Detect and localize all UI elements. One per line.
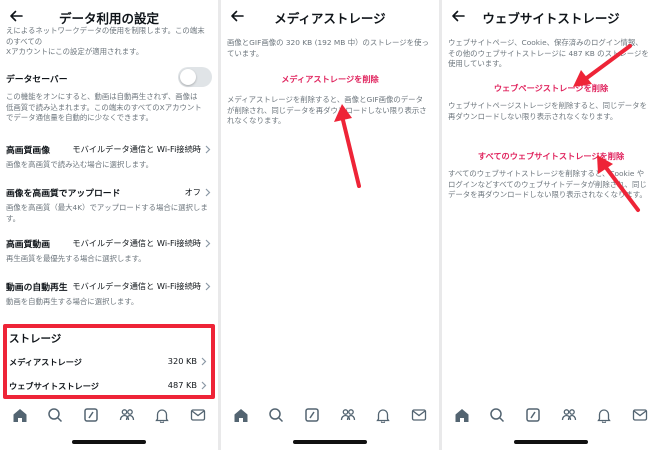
- bottom-nav: [0, 400, 218, 430]
- storage-highlight-box: [3, 324, 215, 399]
- setting-label-hq-images[interactable]: 高画質画像: [6, 143, 50, 156]
- setting-value-hq-upload: オフ: [184, 187, 201, 197]
- communities-icon[interactable]: [119, 407, 135, 423]
- home-icon[interactable]: [233, 407, 249, 423]
- bottom-nav: [221, 400, 439, 430]
- website-storage-panel: ウェブサイトストレージ ウェブサイトページ、Cookie、保存済みのログイン情報…: [442, 0, 660, 450]
- data-saver-label: データセーバー: [6, 75, 68, 85]
- chevron-right-icon[interactable]: [205, 239, 211, 248]
- compose-icon[interactable]: [525, 407, 541, 423]
- top-text: えによるネットワークデータの使用を制限します。この端末のすべての Xアカウントに…: [6, 26, 205, 56]
- setting-label-hq-upload[interactable]: 画像を高画質でアップロード: [6, 186, 120, 199]
- annotation-arrow: [573, 44, 640, 212]
- home-indicator: [293, 440, 367, 444]
- home-icon[interactable]: [12, 407, 28, 423]
- setting-label-autoplay[interactable]: 動画の自動再生: [6, 280, 68, 293]
- chevron-right-icon[interactable]: [205, 188, 211, 197]
- search-icon[interactable]: [47, 407, 63, 423]
- setting-desc-hq-images: 画像を高画質で読み込む場合に選択します。: [6, 160, 154, 169]
- setting-label-hq-video[interactable]: 高画質動画: [6, 237, 50, 250]
- data-usage-panel: データ利用の設定 えによるネットワークデータの使用を制限します。この端末のすべて…: [0, 0, 218, 450]
- data-saver-toggle[interactable]: [178, 67, 212, 87]
- home-indicator: [72, 440, 146, 444]
- media-storage-panel: メディアストレージ 画像とGIF画像の 320 KB (192 MB 中）のスト…: [221, 0, 439, 450]
- notifications-icon[interactable]: [154, 407, 170, 423]
- messages-icon[interactable]: [632, 407, 648, 423]
- messages-icon[interactable]: [190, 407, 206, 423]
- search-icon[interactable]: [489, 407, 505, 423]
- setting-value-autoplay: モバイルデータ通信と Wi-Fi接続時: [72, 281, 201, 291]
- setting-desc-hq-video: 再生画質を最優先する場合に選択します。: [6, 254, 146, 263]
- compose-icon[interactable]: [304, 407, 320, 423]
- messages-icon[interactable]: [411, 407, 427, 423]
- home-icon[interactable]: [454, 407, 470, 423]
- toggle-knob: [180, 69, 196, 85]
- setting-value-hq-video: モバイルデータ通信と Wi-Fi接続時: [72, 238, 201, 248]
- chevron-right-icon[interactable]: [205, 145, 211, 154]
- communities-icon[interactable]: [561, 407, 577, 423]
- home-indicator: [514, 440, 588, 444]
- notifications-icon[interactable]: [375, 407, 391, 423]
- search-icon[interactable]: [268, 407, 284, 423]
- communities-icon[interactable]: [340, 407, 356, 423]
- setting-value-hq-images: モバイルデータ通信と Wi-Fi接続時: [72, 144, 201, 154]
- data-saver-desc: この機能をオンにすると、動画は自動再生されず、画像は低画質で読み込まれます。この…: [6, 92, 202, 122]
- setting-desc-autoplay: 動画を自動再生する場合に選択します。: [6, 297, 139, 306]
- notifications-icon[interactable]: [596, 407, 612, 423]
- page-title: データ利用の設定: [58, 11, 159, 26]
- bottom-nav: [442, 400, 660, 430]
- annotation-arrow: [334, 104, 361, 188]
- chevron-right-icon[interactable]: [205, 282, 211, 291]
- compose-icon[interactable]: [83, 407, 99, 423]
- setting-desc-hq-upload: 画像を高画質（最大4K）でアップロードする場合に選択します。: [6, 203, 208, 223]
